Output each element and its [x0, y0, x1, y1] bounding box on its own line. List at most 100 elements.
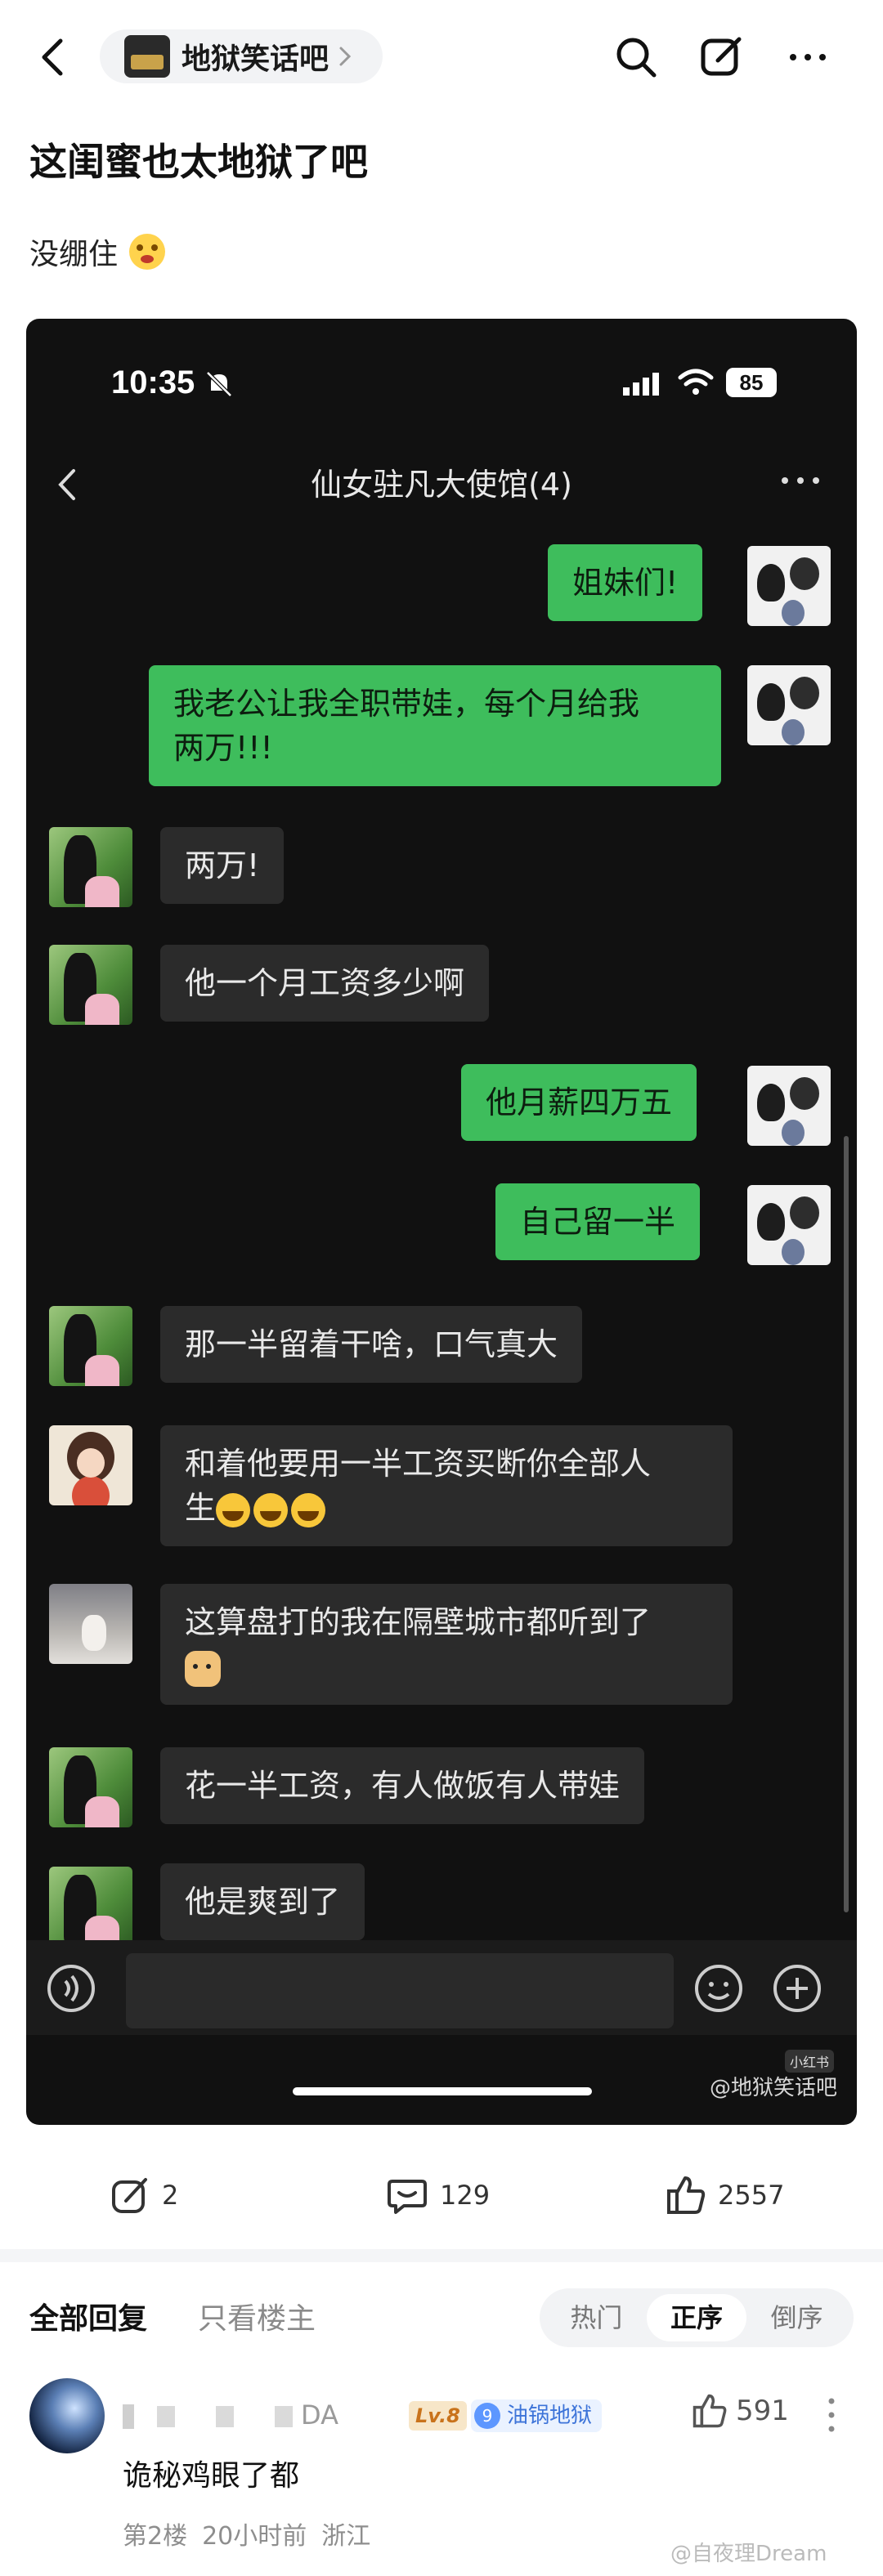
avatar	[747, 1185, 831, 1265]
forum-badge-label: 油锅地狱	[507, 2404, 593, 2428]
section-divider	[0, 2249, 883, 2262]
image-watermark: @地狱笑话吧	[709, 2076, 837, 2100]
chat-bubble: 他一个月工资多少啊	[160, 945, 490, 1022]
redacted-block	[216, 2406, 234, 2427]
source-tag: 小红书	[784, 2050, 834, 2073]
wifi-icon	[678, 369, 714, 395]
forum-chip[interactable]: 地狱笑话吧	[100, 29, 383, 83]
back-arrow-icon[interactable]	[33, 33, 74, 82]
chat-bubble: 花一半工资，有人做饭有人带娃	[160, 1747, 645, 1824]
chat-bubble: 姐妹们!	[548, 544, 703, 621]
status-time: 10:35	[111, 364, 195, 400]
surprised-face-icon	[129, 234, 166, 270]
redacted-block	[275, 2406, 293, 2427]
emoji-icon	[695, 1965, 742, 2012]
tab-op-only[interactable]: 只看楼主	[198, 2295, 316, 2337]
comment-button[interactable]: 129	[386, 2171, 490, 2220]
more-icon	[782, 477, 819, 484]
post-title: 这闺蜜也太地狱了吧	[29, 140, 368, 184]
avatar	[49, 1584, 132, 1664]
comment-time: 20小时前	[202, 2522, 307, 2551]
redacted-block	[157, 2406, 175, 2427]
avatar	[49, 1747, 132, 1827]
comment-like-button[interactable]: 591	[692, 2393, 789, 2429]
edit-icon[interactable]	[697, 33, 746, 82]
battery-indicator: 85	[726, 368, 777, 397]
chat-input-bar	[26, 1940, 857, 2035]
voice-icon	[47, 1965, 95, 2012]
chat-bubble: 他月薪四万五	[461, 1064, 697, 1141]
more-icon[interactable]	[783, 33, 832, 82]
chat-bubble-line	[185, 1644, 708, 1688]
like-count: 2557	[718, 2180, 785, 2211]
commenter-name[interactable]: DA	[123, 2399, 338, 2431]
chat-bubble: 和着他要用一半工资买断你全部人 生	[160, 1425, 733, 1546]
tears-of-joy-icon	[253, 1492, 289, 1527]
chat-bubble-line-text: 生	[185, 1490, 217, 1526]
redacted-block	[123, 2404, 134, 2429]
doge-icon	[185, 1650, 221, 1687]
avatar	[49, 1306, 132, 1386]
thumbs-up-icon	[693, 2394, 727, 2428]
avatar	[49, 945, 132, 1025]
chat-bubble-line: 生	[185, 1486, 708, 1530]
chat-bubble: 这算盘打的我在隔壁城市都听到了	[160, 1584, 733, 1705]
avatar	[49, 1425, 132, 1505]
site-watermark: @自夜理Dream	[670, 2542, 827, 2566]
avatar	[49, 1867, 132, 1947]
avatar	[747, 546, 831, 626]
chat-bubble: 两万!	[160, 827, 285, 904]
avatar	[49, 827, 132, 907]
plus-icon	[773, 1965, 821, 2012]
post-actions: 2 129 2557	[0, 2171, 883, 2225]
top-nav: 地狱笑话吧	[0, 0, 883, 114]
post-body: 没绷住	[29, 230, 166, 273]
avatar	[747, 1066, 831, 1146]
home-indicator	[293, 2087, 592, 2095]
chat-bubble-line: 两万!!!	[173, 730, 273, 766]
chat-bubble-line: 我老公让我全职带娃，每个月给我	[173, 686, 640, 722]
forum-badge-number: 9	[474, 2403, 500, 2429]
post-body-text: 没绷住	[29, 238, 119, 271]
signal-icon	[623, 373, 659, 396]
search-icon[interactable]	[612, 33, 661, 82]
chat-bubble: 我老公让我全职带娃，每个月给我 两万!!!	[149, 665, 721, 786]
comment-count: 129	[440, 2180, 491, 2211]
level-badge: Lv.8	[409, 2401, 467, 2431]
comment-icon	[388, 2180, 427, 2214]
thumbs-up-icon	[667, 2176, 706, 2214]
chat-bubble-line: 这算盘打的我在隔壁城市都听到了	[185, 1604, 652, 1640]
chat-bubble: 他是爽到了	[160, 1863, 365, 1940]
forum-title-badge: 9 油锅地狱	[471, 2399, 603, 2432]
comment-meta: 第2楼 20小时前 浙江	[123, 2516, 385, 2551]
chat-input-field	[126, 1953, 674, 2028]
post-image[interactable]: 10:35 85 仙女驻凡大使馆(4) 姐妹们! 我老公让我全职带娃，每个月给我	[26, 319, 857, 2125]
share-count: 2	[162, 2180, 179, 2211]
chat-title: 仙女驻凡大使馆(4)	[311, 467, 572, 503]
sort-descending[interactable]: 倒序	[746, 2294, 847, 2341]
chat-header: 仙女驻凡大使馆(4)	[26, 441, 857, 515]
tab-all-replies[interactable]: 全部回复	[29, 2295, 147, 2337]
comment-like-count: 591	[736, 2395, 789, 2427]
avatar[interactable]	[29, 2378, 105, 2453]
sort-switch: 热门 正序 倒序	[540, 2288, 854, 2347]
chat-bubble: 自己留一半	[495, 1183, 701, 1260]
tears-of-joy-icon	[291, 1492, 326, 1527]
comment-location: 浙江	[321, 2522, 371, 2551]
avatar	[747, 665, 831, 745]
comment-floor: 第2楼	[123, 2522, 188, 2551]
reply-tabs: 全部回复 只看楼主	[29, 2295, 316, 2337]
comment-text: 诡秘鸡眼了都	[123, 2459, 300, 2493]
share-button[interactable]: 2	[110, 2171, 178, 2220]
sort-ascending[interactable]: 正序	[646, 2294, 747, 2341]
like-button[interactable]: 2557	[666, 2171, 784, 2220]
chevron-right-icon	[339, 47, 352, 66]
bell-muted-icon	[206, 371, 232, 397]
forum-logo	[124, 35, 170, 78]
share-icon	[112, 2178, 147, 2213]
more-vertical-icon[interactable]	[826, 2395, 837, 2435]
commenter-name-visible: DA	[301, 2399, 338, 2431]
forum-name: 地狱笑话吧	[182, 42, 329, 76]
sort-hot[interactable]: 热门	[546, 2294, 647, 2341]
tears-of-joy-icon	[216, 1492, 251, 1527]
